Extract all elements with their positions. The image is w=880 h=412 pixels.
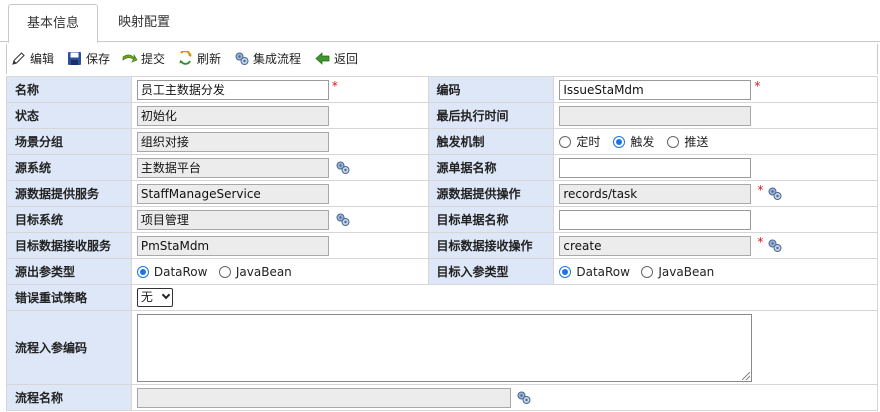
- toolbar: 编辑 保存 提交 刷新 集成流程 返回: [6, 44, 878, 74]
- back-button[interactable]: 返回: [315, 50, 367, 68]
- submit-label: 提交: [141, 52, 166, 66]
- tab-bar: 基本信息 映射配置: [0, 0, 880, 43]
- source-out-type-label: 源出参类型: [6, 258, 132, 285]
- code-input[interactable]: IssueStaMdm: [559, 80, 752, 100]
- resize-grip-icon[interactable]: [741, 372, 750, 380]
- target-system-label: 目标系统: [6, 206, 132, 233]
- target-doc-name-input[interactable]: [559, 210, 752, 230]
- trigger-event-text: 触发: [630, 135, 655, 149]
- trigger-timed-text: 定时: [576, 135, 601, 149]
- flow-input-code-textarea[interactable]: [136, 314, 752, 382]
- back-arrow-icon: [315, 52, 330, 65]
- flow-name-picker-icon[interactable]: [516, 390, 532, 405]
- trigger-label: 触发机制: [427, 128, 555, 155]
- trigger-event-radio[interactable]: [613, 136, 626, 148]
- last-exec-time-label: 最后执行时间: [427, 102, 555, 129]
- target-operation-required-mark: *: [757, 235, 764, 249]
- source-service-label: 源数据提供服务: [6, 180, 132, 207]
- integrate-flow-label: 集成流程: [253, 52, 302, 66]
- target-operation-label: 目标数据接收操作: [427, 232, 555, 259]
- target-in-javabean-radio[interactable]: [641, 266, 654, 278]
- target-service-field: PmStaMdm: [136, 236, 329, 256]
- source-out-datarow-radio[interactable]: [136, 266, 149, 278]
- source-doc-name-input[interactable]: [559, 158, 752, 178]
- target-system-field: 项目管理: [136, 210, 329, 230]
- source-system-picker-icon[interactable]: [335, 160, 351, 175]
- source-operation-required-mark: *: [757, 183, 764, 197]
- refresh-icon: [179, 51, 192, 65]
- target-doc-name-label: 目标单据名称: [427, 206, 555, 233]
- scene-group-label: 场景分组: [6, 128, 132, 155]
- source-out-datarow-text: DataRow: [153, 265, 208, 279]
- submit-arrow-icon: [122, 53, 138, 63]
- target-operation-field: create: [559, 236, 752, 256]
- code-required-mark: *: [754, 79, 761, 93]
- source-operation-field: records/task: [559, 184, 752, 204]
- source-operation-picker-icon[interactable]: [767, 186, 783, 201]
- status-label: 状态: [6, 102, 132, 129]
- flow-name-field: [136, 388, 511, 408]
- trigger-push-radio[interactable]: [667, 136, 680, 148]
- tab-basic-info[interactable]: 基本信息: [8, 4, 98, 43]
- basic-info-form: 名称 员工主数据分发 * 编码 IssueStaMdm * 状态 初始化 最后执…: [6, 76, 879, 411]
- save-label: 保存: [86, 52, 111, 66]
- flow-gear-icon: [235, 52, 249, 65]
- save-button[interactable]: 保存: [67, 50, 119, 68]
- trigger-push-text: 推送: [684, 135, 709, 149]
- scene-group-field: 组织对接: [136, 132, 329, 152]
- chevron-down-icon: [161, 290, 171, 300]
- integrate-flow-button[interactable]: 集成流程: [234, 50, 310, 68]
- target-in-datarow-text: DataRow: [576, 265, 630, 279]
- source-out-javabean-radio[interactable]: [218, 266, 231, 278]
- retry-strategy-value: 无: [140, 290, 153, 304]
- flow-name-label: 流程名称: [6, 384, 132, 411]
- source-operation-label: 源数据提供操作: [427, 180, 555, 207]
- retry-strategy-select[interactable]: 无: [136, 288, 173, 307]
- refresh-label: 刷新: [197, 52, 222, 66]
- code-label: 编码: [427, 76, 555, 103]
- target-in-javabean-text: JavaBean: [658, 265, 715, 279]
- submit-button[interactable]: 提交: [122, 50, 174, 68]
- flow-input-code-label: 流程入参编码: [6, 310, 132, 385]
- name-label: 名称: [6, 76, 132, 103]
- name-input[interactable]: 员工主数据分发: [136, 80, 329, 100]
- source-service-field: StaffManageService: [136, 184, 329, 204]
- pencil-icon: [12, 52, 25, 65]
- target-in-datarow-radio[interactable]: [559, 266, 572, 278]
- tab-mapping-config[interactable]: 映射配置: [104, 4, 184, 43]
- status-field: 初始化: [136, 106, 329, 126]
- floppy-disk-icon: [68, 52, 81, 65]
- edit-label: 编辑: [30, 52, 55, 66]
- source-system-field: 主数据平台: [136, 158, 329, 178]
- source-system-label: 源系统: [6, 154, 132, 181]
- source-out-javabean-text: JavaBean: [235, 265, 292, 279]
- target-service-label: 目标数据接收服务: [6, 232, 132, 259]
- refresh-button[interactable]: 刷新: [178, 50, 230, 68]
- source-doc-name-label: 源单据名称: [427, 154, 555, 181]
- target-system-picker-icon[interactable]: [335, 212, 351, 227]
- last-exec-time-field: [559, 106, 752, 126]
- name-required-mark: *: [331, 79, 338, 93]
- target-in-type-label: 目标入参类型: [427, 258, 555, 285]
- edit-button[interactable]: 编辑: [11, 50, 63, 68]
- target-operation-picker-icon[interactable]: [767, 238, 783, 253]
- trigger-timed-radio[interactable]: [559, 136, 572, 148]
- retry-strategy-label: 错误重试策略: [6, 284, 132, 311]
- back-label: 返回: [334, 52, 359, 66]
